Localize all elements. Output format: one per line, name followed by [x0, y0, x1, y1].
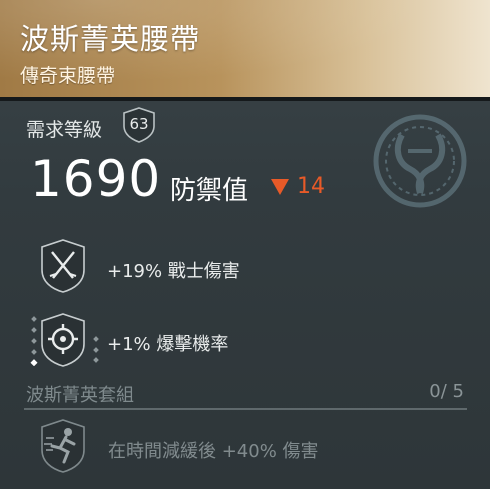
- item-name: 波斯菁英腰帶: [20, 22, 201, 56]
- crossed-swords-icon: [41, 239, 85, 293]
- perk-text: +19% 戰士傷害: [107, 261, 240, 282]
- level-badge: 63: [121, 106, 157, 144]
- running-figure-icon: [41, 419, 85, 473]
- header-divider: [0, 97, 490, 101]
- item-type: 傳奇束腰帶: [20, 65, 116, 87]
- set-divider: [24, 408, 467, 410]
- set-title: 波斯菁英套組: [26, 385, 134, 406]
- armor-label: 防禦值: [170, 176, 249, 206]
- item-header: 波斯菁英腰帶 傳奇束腰帶: [0, 0, 490, 97]
- set-progress: 0/ 5: [429, 381, 464, 402]
- required-level-label: 需求等級: [26, 119, 103, 141]
- faction-emblem-icon: [373, 114, 467, 208]
- item-tooltip: 波斯菁英腰帶 傳奇束腰帶 需求等級 63 1690 防禦值 14 +19% 戰士…: [0, 0, 490, 489]
- crosshair-icon: [41, 313, 85, 367]
- down-arrow-icon: [271, 179, 289, 195]
- perk-text: +1% 爆擊機率: [107, 334, 229, 355]
- set-bonus-text: 在時間減緩後 +40% 傷害: [108, 441, 319, 462]
- required-level-value: 63: [129, 115, 149, 133]
- armor-value: 1690: [30, 150, 162, 208]
- armor-diff-value: 14: [297, 174, 325, 199]
